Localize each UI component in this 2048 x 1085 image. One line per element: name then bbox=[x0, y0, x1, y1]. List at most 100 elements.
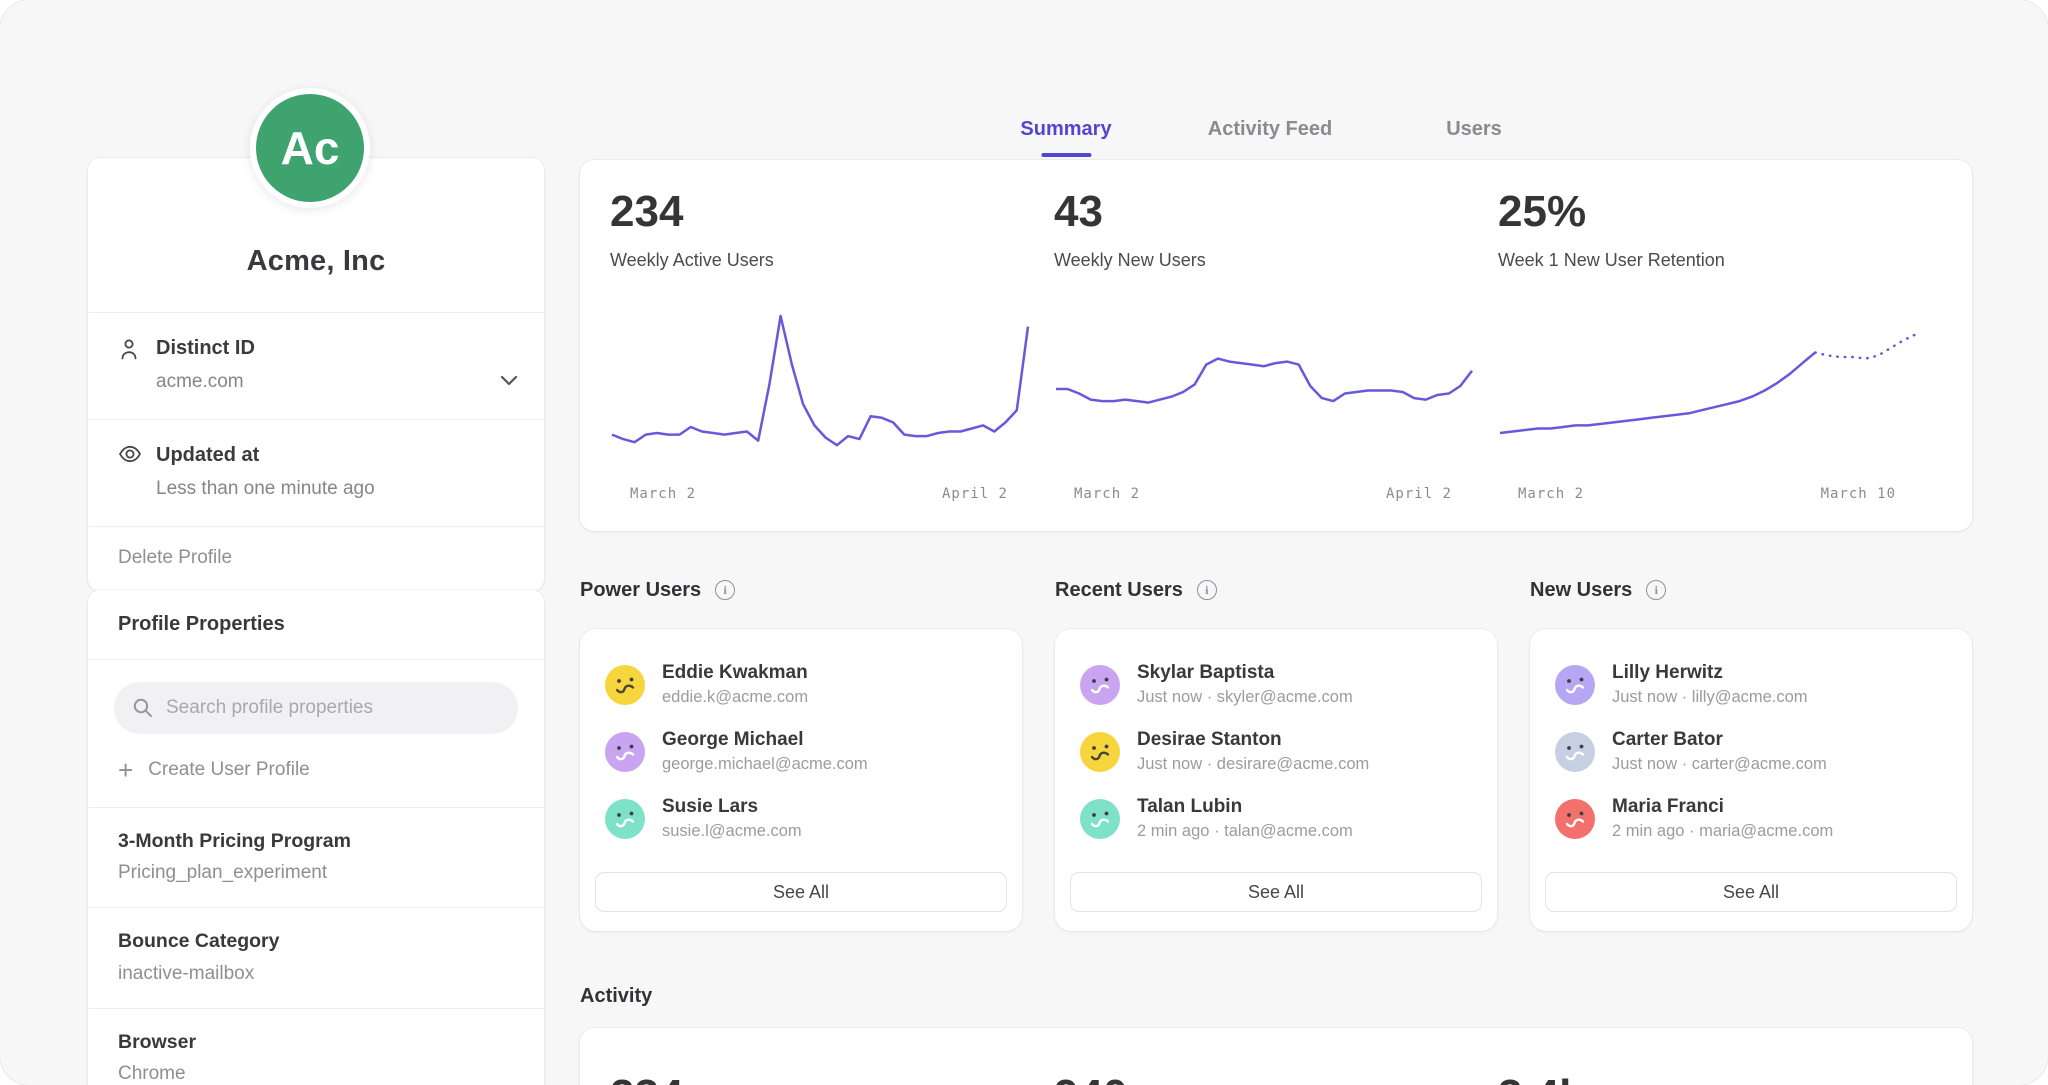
x-axis-ticks: March 2 March 10 bbox=[1518, 486, 1896, 502]
create-user-profile-button[interactable]: + Create User Profile bbox=[114, 734, 518, 807]
search-icon bbox=[132, 697, 154, 719]
user-subtitle: Just now · carter@acme.com bbox=[1612, 755, 1827, 774]
avatar bbox=[1080, 732, 1120, 772]
stat-label: Week 1 New User Retention bbox=[1498, 250, 1942, 272]
property-name: Browser bbox=[118, 1032, 514, 1053]
x-tick: March 2 bbox=[630, 486, 696, 502]
user-name: Susie Lars bbox=[662, 796, 802, 818]
user-name: George Michael bbox=[662, 729, 868, 751]
user-name: Maria Franci bbox=[1612, 796, 1833, 818]
stat-label: Weekly Active Users bbox=[610, 250, 1054, 272]
power-users-section: Power Users i Eddie Kwakmaneddie.k@acme.… bbox=[580, 578, 1022, 931]
info-icon[interactable]: i bbox=[1197, 580, 1217, 600]
user-name: Carter Bator bbox=[1612, 729, 1827, 751]
stat-week1-retention: 25% Week 1 New User Retention March 2 Ma… bbox=[1498, 190, 1942, 501]
property-row[interactable]: Browser Chrome bbox=[88, 1008, 544, 1085]
stat-value: 25% bbox=[1498, 190, 1942, 234]
chevron-down-icon[interactable] bbox=[500, 373, 518, 391]
list-item[interactable]: Talan Lubin2 min ago · talan@acme.com bbox=[1055, 785, 1497, 852]
section-heading: Power Users i bbox=[580, 578, 1022, 602]
see-all-button[interactable]: See All bbox=[595, 872, 1007, 912]
list-item[interactable]: Eddie Kwakmaneddie.k@acme.com bbox=[580, 651, 1022, 718]
user-sections-row: Power Users i Eddie Kwakmaneddie.k@acme.… bbox=[580, 578, 1972, 931]
new-users-card: Lilly HerwitzJust now · lilly@acme.com C… bbox=[1530, 629, 1972, 931]
info-icon[interactable]: i bbox=[715, 580, 735, 600]
avatar-face-icon bbox=[605, 799, 645, 839]
section-title: Recent Users bbox=[1055, 579, 1183, 602]
property-value: inactive-mailbox bbox=[118, 964, 514, 985]
user-name: Skylar Baptista bbox=[1137, 662, 1353, 684]
user-subtitle: Just now · desirare@acme.com bbox=[1137, 755, 1369, 774]
property-row[interactable]: Bounce Category inactive-mailbox bbox=[88, 907, 544, 1007]
x-axis-ticks: March 2 April 2 bbox=[1074, 486, 1452, 502]
user-name: Eddie Kwakman bbox=[662, 662, 808, 684]
profile-properties-title: Profile Properties bbox=[88, 590, 544, 660]
avatar-face-icon bbox=[1080, 799, 1120, 839]
weekly-new-users-chart bbox=[1054, 312, 1474, 472]
user-subtitle: susie.l@acme.com bbox=[662, 822, 802, 841]
avatar bbox=[1555, 799, 1595, 839]
stat-value: 43 bbox=[1054, 190, 1498, 234]
list-item[interactable]: Desirae StantonJust now · desirare@acme.… bbox=[1055, 718, 1497, 785]
stat-value: 234 bbox=[610, 190, 1054, 234]
activity-stat: 234 bbox=[610, 1074, 1054, 1085]
company-profile-card: Acme, Inc Distinct ID acme.com Updated a… bbox=[88, 158, 544, 591]
stat-weekly-active-users: 234 Weekly Active Users March 2 April 2 bbox=[610, 190, 1054, 501]
stat-weekly-new-users: 43 Weekly New Users March 2 April 2 bbox=[1054, 190, 1498, 501]
tab-users[interactable]: Users bbox=[1446, 118, 1502, 157]
avatar-face-icon bbox=[1555, 732, 1595, 772]
field-label: Distinct ID bbox=[156, 337, 255, 359]
activity-stat: 940 bbox=[1054, 1074, 1498, 1085]
list-item[interactable]: Maria Franci 2 min ago · maria@acme.com bbox=[1530, 785, 1972, 852]
app-frame: Ac Acme, Inc Distinct ID acme.com Update… bbox=[0, 0, 2048, 1085]
create-user-profile-label: Create User Profile bbox=[148, 759, 310, 781]
list-item[interactable]: Lilly HerwitzJust now · lilly@acme.com bbox=[1530, 651, 1972, 718]
summary-card: 234 Weekly Active Users March 2 April 2 … bbox=[580, 160, 1972, 531]
avatar bbox=[1555, 732, 1595, 772]
list-item[interactable]: Carter Bator Just now · carter@acme.com bbox=[1530, 718, 1972, 785]
activity-title: Activity bbox=[580, 985, 652, 1008]
delete-profile-button[interactable]: Delete Profile bbox=[88, 526, 544, 591]
company-name: Acme, Inc bbox=[247, 245, 386, 278]
list-item[interactable]: Skylar BaptistaJust now · skyler@acme.co… bbox=[1055, 651, 1497, 718]
see-all-button[interactable]: See All bbox=[1070, 872, 1482, 912]
avatar-face-icon bbox=[605, 732, 645, 772]
new-users-section: New Users i Lilly HerwitzJust now · lill… bbox=[1530, 578, 1972, 931]
x-axis-ticks: March 2 April 2 bbox=[630, 486, 1008, 502]
search-input[interactable] bbox=[114, 682, 518, 734]
avatar bbox=[1080, 799, 1120, 839]
profile-properties-card: Profile Properties + Create User Profile… bbox=[88, 590, 544, 1085]
avatar bbox=[605, 732, 645, 772]
list-item[interactable]: Susie Lars susie.l@acme.com bbox=[580, 785, 1022, 852]
see-all-button[interactable]: See All bbox=[1545, 872, 1957, 912]
x-tick: March 2 bbox=[1518, 486, 1584, 502]
avatar-face-icon bbox=[1080, 732, 1120, 772]
search-block: + Create User Profile bbox=[88, 660, 544, 807]
activity-stat: 3.4k bbox=[1498, 1074, 1942, 1085]
property-value: Pricing_plan_experiment bbox=[118, 863, 514, 884]
info-icon[interactable]: i bbox=[1646, 580, 1666, 600]
avatar-face-icon bbox=[1555, 799, 1595, 839]
list-item[interactable]: George Michael george.michael@acme.com bbox=[580, 718, 1022, 785]
section-heading: Recent Users i bbox=[1055, 578, 1497, 602]
tab-summary[interactable]: Summary bbox=[1020, 118, 1111, 157]
eye-icon bbox=[118, 444, 143, 500]
x-tick: April 2 bbox=[942, 486, 1008, 502]
activity-card: 234 940 3.4k bbox=[580, 1028, 1972, 1085]
week1-retention-chart bbox=[1498, 312, 1918, 472]
user-name: Talan Lubin bbox=[1137, 796, 1353, 818]
recent-users-section: Recent Users i Skylar BaptistaJust now ·… bbox=[1055, 578, 1497, 931]
weekly-active-users-chart bbox=[610, 312, 1030, 472]
avatar-face-icon bbox=[1555, 665, 1595, 705]
user-subtitle: george.michael@acme.com bbox=[662, 755, 868, 774]
field-label: Updated at bbox=[156, 444, 375, 466]
avatar bbox=[1555, 665, 1595, 705]
recent-users-card: Skylar BaptistaJust now · skyler@acme.co… bbox=[1055, 629, 1497, 931]
x-tick: April 2 bbox=[1386, 486, 1452, 502]
tab-activity-feed[interactable]: Activity Feed bbox=[1208, 118, 1332, 157]
person-icon bbox=[118, 337, 143, 393]
user-subtitle: 2 min ago · maria@acme.com bbox=[1612, 822, 1833, 841]
property-name: 3-Month Pricing Program bbox=[118, 831, 514, 852]
section-heading: New Users i bbox=[1530, 578, 1972, 602]
property-row[interactable]: 3-Month Pricing Program Pricing_plan_exp… bbox=[88, 807, 544, 907]
